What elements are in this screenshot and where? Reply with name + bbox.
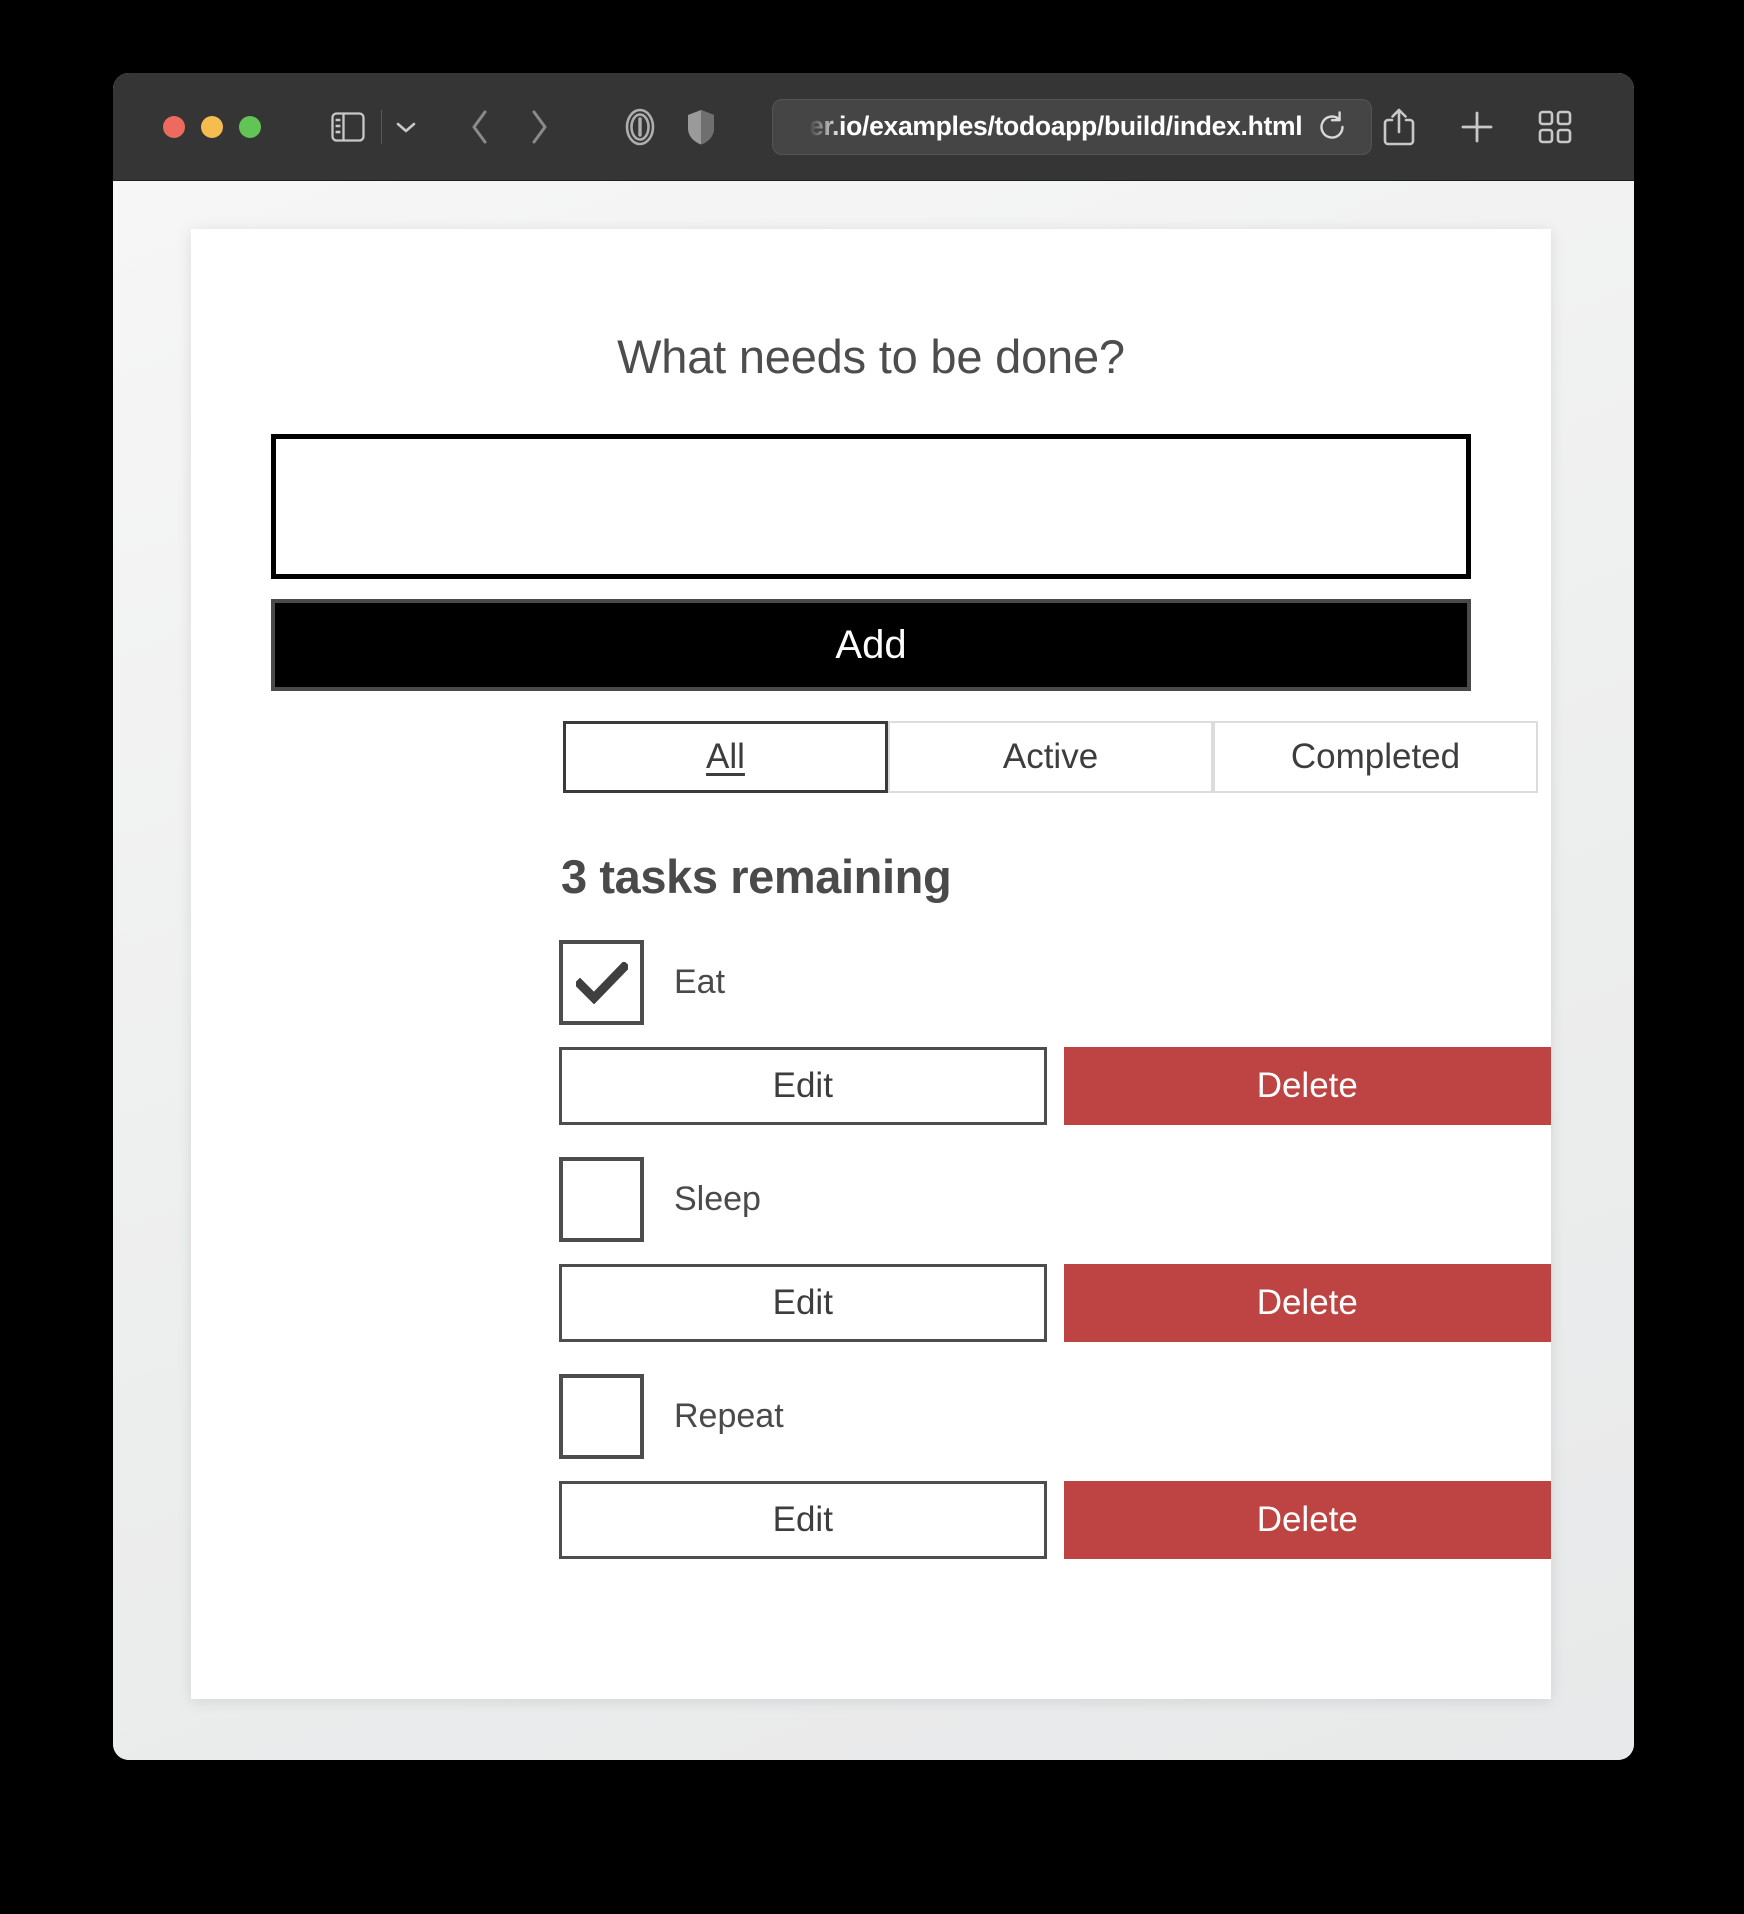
filter-button-active[interactable]: Active — [888, 721, 1213, 793]
todo-item: Eat Edit Delete — [191, 940, 1551, 1125]
plus-icon[interactable] — [1450, 100, 1504, 154]
todo-checkbox[interactable] — [559, 940, 644, 1025]
filter-button-all[interactable]: All — [563, 721, 888, 793]
page-viewport: What needs to be done? Add All Active Co… — [113, 181, 1634, 1760]
sidebar-icon[interactable] — [321, 100, 375, 154]
filter-button-completed[interactable]: Completed — [1213, 721, 1538, 793]
url-text: er.io/examples/todoapp/build/index.html — [809, 111, 1303, 141]
filter-label-active: Active — [1002, 737, 1099, 776]
delete-button[interactable]: Delete — [1063, 1047, 1551, 1125]
sidebar-controls — [261, 100, 426, 154]
todo-item: Sleep Edit Delete — [191, 1157, 1551, 1342]
todo-label: Eat — [674, 963, 726, 1001]
todo-actions: Edit Delete — [559, 1047, 1551, 1125]
todo-row: Eat — [559, 940, 1551, 1025]
new-todo-input[interactable] — [271, 434, 1471, 579]
tasks-remaining-heading: 3 tasks remaining — [561, 850, 952, 903]
todo-checkbox[interactable] — [559, 1157, 644, 1242]
delete-button[interactable]: Delete — [1063, 1264, 1551, 1342]
delete-button[interactable]: Delete — [1063, 1481, 1551, 1559]
browser-toolbar: er.io/examples/todoapp/build/index.html — [113, 73, 1634, 181]
share-icon[interactable] — [1372, 100, 1426, 154]
reader-mode-icon[interactable] — [616, 100, 663, 154]
minimize-window-button[interactable] — [201, 115, 223, 138]
todo-actions: Edit Delete — [559, 1481, 1551, 1559]
filter-button-group: All Active Completed — [563, 721, 1551, 793]
todo-list: Eat Edit Delete Sleep Edit Delete Repeat… — [191, 940, 1551, 1559]
add-button[interactable]: Add — [271, 599, 1471, 691]
edit-button[interactable]: Edit — [559, 1481, 1047, 1559]
browser-window: er.io/examples/todoapp/build/index.html — [113, 73, 1634, 1760]
new-todo-form: Add — [271, 434, 1471, 691]
window-controls — [163, 115, 261, 138]
close-window-button[interactable] — [163, 115, 185, 138]
todo-checkbox[interactable] — [559, 1374, 644, 1459]
todo-row: Sleep — [559, 1157, 1551, 1242]
filter-label-completed: Completed — [1290, 737, 1461, 776]
toolbar-right-actions — [1372, 100, 1582, 154]
todo-label: Sleep — [674, 1180, 761, 1218]
todo-label: Repeat — [674, 1397, 784, 1435]
chevron-left-icon[interactable] — [456, 100, 503, 154]
page-title: What needs to be done? — [617, 330, 1125, 383]
maximize-window-button[interactable] — [239, 115, 261, 138]
toolbar-divider — [381, 109, 382, 144]
todo-app-card: What needs to be done? Add All Active Co… — [191, 229, 1551, 1699]
edit-button[interactable]: Edit — [559, 1264, 1047, 1342]
reload-icon[interactable] — [1311, 106, 1353, 148]
todo-actions: Edit Delete — [559, 1264, 1551, 1342]
filter-label-all: All — [706, 737, 745, 776]
todo-row: Repeat — [559, 1374, 1551, 1459]
shield-icon[interactable] — [677, 100, 724, 154]
address-bar[interactable]: er.io/examples/todoapp/build/index.html — [772, 98, 1372, 155]
edit-button[interactable]: Edit — [559, 1047, 1047, 1125]
chevron-right-icon[interactable] — [515, 100, 562, 154]
chevron-down-icon[interactable] — [386, 100, 426, 154]
todo-item: Repeat Edit Delete — [191, 1374, 1551, 1559]
checkmark-icon — [575, 961, 628, 1004]
tab-overview-icon[interactable] — [1528, 100, 1582, 154]
